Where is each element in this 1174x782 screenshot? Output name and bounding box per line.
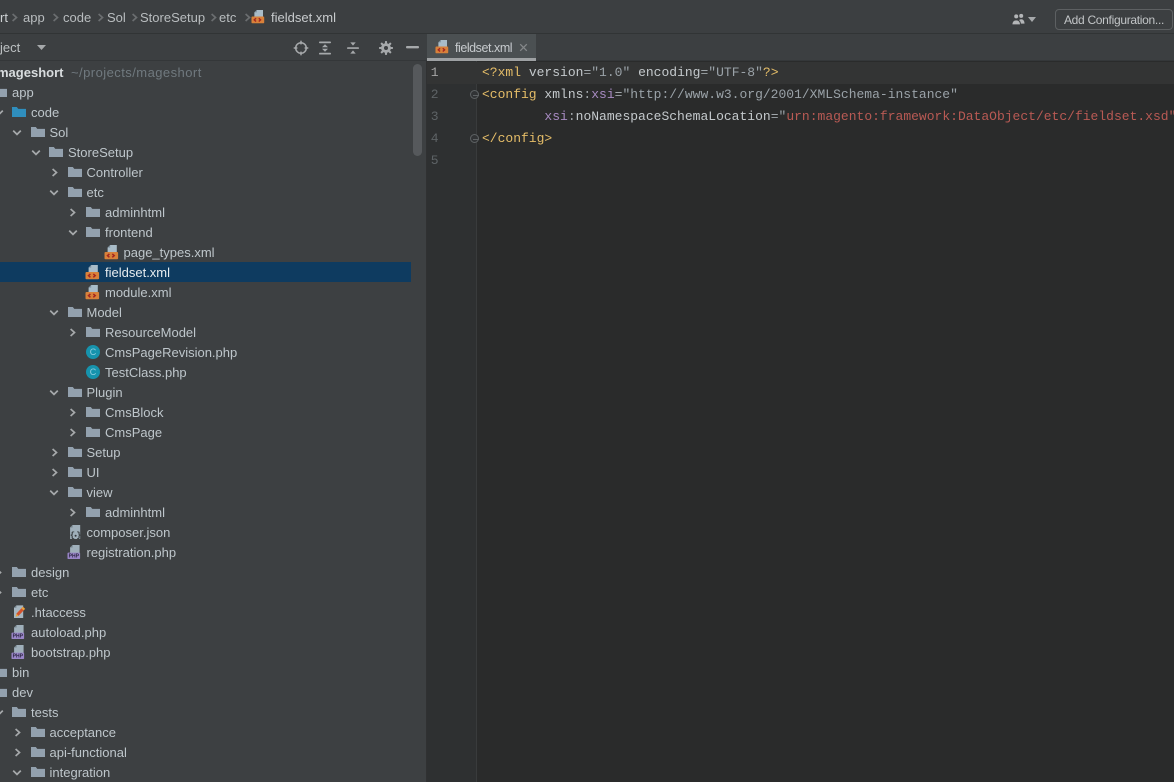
svg-text:}: } [76, 531, 81, 540]
svg-text:PHP: PHP [13, 634, 24, 640]
svg-text:PHP: PHP [13, 654, 24, 660]
svg-text:PHP: PHP [68, 554, 79, 560]
svg-text:{: { [69, 531, 74, 540]
svg-text:C: C [90, 347, 97, 357]
svg-text:C: C [90, 367, 97, 377]
